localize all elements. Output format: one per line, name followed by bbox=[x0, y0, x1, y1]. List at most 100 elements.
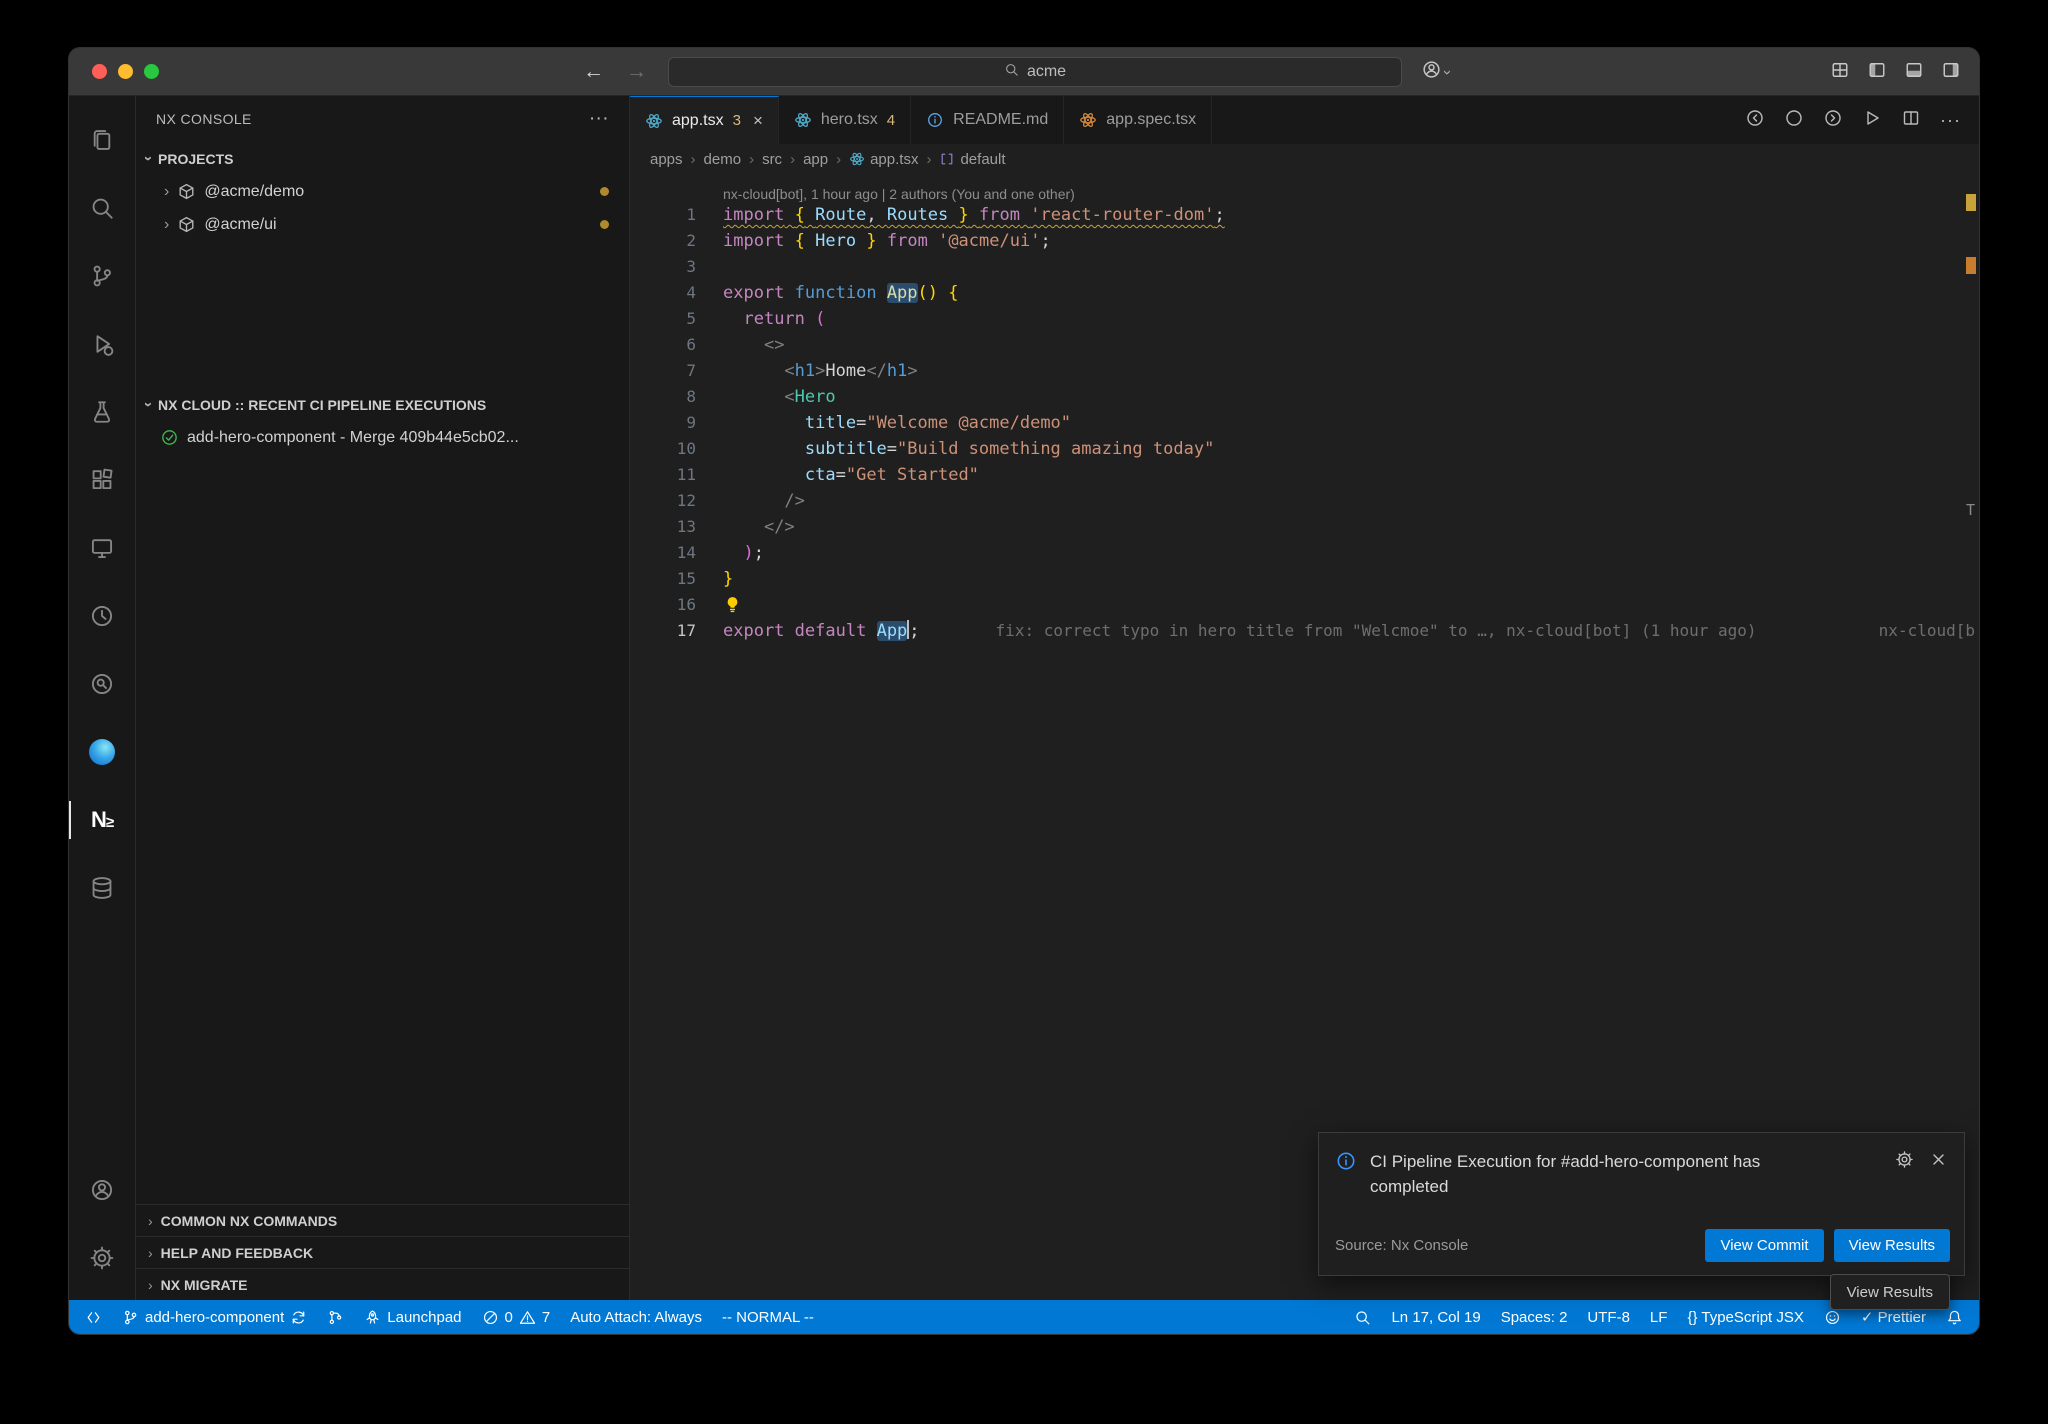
chevron-right-icon: › bbox=[691, 151, 696, 168]
close-window-button[interactable] bbox=[92, 64, 107, 79]
customize-layout-button[interactable] bbox=[1830, 60, 1850, 85]
line-number: 3 bbox=[630, 254, 723, 280]
activity-extensions[interactable] bbox=[69, 446, 135, 514]
codelens-annotation[interactable]: nx-cloud[bot], 1 hour ago | 2 authors (Y… bbox=[630, 174, 1979, 202]
close-icon[interactable]: × bbox=[753, 111, 763, 131]
breadcrumb-item-app[interactable]: app bbox=[803, 151, 828, 168]
more-actions-button[interactable]: ··· bbox=[1940, 110, 1961, 131]
status-problems[interactable]: 07 bbox=[482, 1309, 551, 1326]
sidebar-section-help-and-feedback[interactable]: ›HELP AND FEEDBACK bbox=[136, 1236, 629, 1268]
sidebar-section-common-nx-commands[interactable]: ›COMMON NX COMMANDS bbox=[136, 1204, 629, 1236]
code-line-1[interactable]: 1import { Route, Routes } from 'react-ro… bbox=[630, 202, 1979, 228]
minimize-window-button[interactable] bbox=[118, 64, 133, 79]
code-line-4[interactable]: 4export function App() { bbox=[630, 280, 1979, 306]
split-editor-button[interactable] bbox=[1901, 108, 1921, 133]
code-line-10[interactable]: 10 subtitle="Build something amazing tod… bbox=[630, 436, 1979, 462]
play-icon bbox=[1862, 108, 1882, 128]
activity-remote-explorer[interactable] bbox=[69, 514, 135, 582]
code-line-2[interactable]: 2import { Hero } from '@acme/ui'; bbox=[630, 228, 1979, 254]
toggle-annotations-button[interactable] bbox=[1784, 108, 1804, 133]
status-auto-attach[interactable]: Auto Attach: Always bbox=[570, 1309, 702, 1326]
activity-run-debug[interactable] bbox=[69, 310, 135, 378]
activity-containers[interactable] bbox=[69, 854, 135, 922]
status-feedback[interactable] bbox=[1824, 1309, 1841, 1326]
breadcrumb-item-app-tsx[interactable]: app.tsx bbox=[849, 151, 918, 168]
notification-close-icon[interactable] bbox=[1929, 1150, 1948, 1199]
breadcrumb-item-apps[interactable]: apps bbox=[650, 151, 683, 168]
code-line-11[interactable]: 11 cta="Get Started" bbox=[630, 462, 1979, 488]
code-line-14[interactable]: 14 ); bbox=[630, 540, 1979, 566]
activity-edge-tools[interactable] bbox=[69, 718, 135, 786]
code-line-3[interactable]: 3 bbox=[630, 254, 1979, 280]
status-cursor-position[interactable]: Ln 17, Col 19 bbox=[1391, 1309, 1480, 1326]
view-commit-button[interactable]: View Commit bbox=[1705, 1229, 1823, 1262]
breadcrumb-item-demo[interactable]: demo bbox=[704, 151, 742, 168]
breadcrumb-item-src[interactable]: src bbox=[762, 151, 782, 168]
nav-forward-button[interactable] bbox=[1823, 108, 1843, 133]
forward-arrow-icon[interactable]: → bbox=[626, 60, 647, 84]
code-line-9[interactable]: 9 title="Welcome @acme/demo" bbox=[630, 410, 1979, 436]
project-item-acme-demo[interactable]: ›@acme/demo bbox=[136, 175, 629, 208]
code-line-17[interactable]: 17export default App;fix: correct typo i… bbox=[630, 618, 1979, 644]
status-launchpad[interactable]: Launchpad bbox=[364, 1309, 461, 1326]
status-vim-mode[interactable]: -- NORMAL -- bbox=[722, 1309, 814, 1326]
info-icon bbox=[1335, 1150, 1357, 1172]
section-nx-cloud[interactable]: › NX CLOUD :: RECENT CI PIPELINE EXECUTI… bbox=[136, 388, 629, 421]
section-projects[interactable]: › PROJECTS bbox=[136, 142, 629, 175]
activity-accounts[interactable] bbox=[69, 1156, 135, 1224]
toggle-secondary-sidebar-button[interactable] bbox=[1941, 60, 1961, 85]
nav-back-button[interactable] bbox=[1745, 108, 1765, 133]
status-encoding[interactable]: UTF-8 bbox=[1587, 1309, 1630, 1326]
activity-timeline[interactable] bbox=[69, 582, 135, 650]
tab-app-tsx[interactable]: app.tsx3× bbox=[630, 96, 779, 144]
activity-nx-console[interactable]: N≥ bbox=[69, 786, 135, 854]
breadcrumb-item-default[interactable]: default bbox=[939, 151, 1005, 168]
tab-readme-md[interactable]: README.md bbox=[911, 96, 1064, 144]
status-prettier[interactable]: ✓ Prettier bbox=[1861, 1308, 1926, 1326]
activity-explorer[interactable] bbox=[69, 106, 135, 174]
accounts-menu-button[interactable]: › bbox=[1421, 48, 1450, 96]
back-arrow-icon[interactable]: ← bbox=[583, 60, 604, 84]
code-line-16[interactable]: 16 bbox=[630, 592, 1979, 618]
run-file-button[interactable] bbox=[1862, 108, 1882, 133]
activity-source-control[interactable] bbox=[69, 242, 135, 310]
status-notifications[interactable] bbox=[1946, 1309, 1963, 1326]
status-language[interactable]: {} TypeScript JSX bbox=[1687, 1309, 1803, 1326]
sidebar-section-nx-migrate[interactable]: ›NX MIGRATE bbox=[136, 1268, 629, 1300]
status-indentation[interactable]: Spaces: 2 bbox=[1501, 1309, 1568, 1326]
info-icon bbox=[1335, 1150, 1357, 1199]
view-results-button[interactable]: View Results bbox=[1834, 1229, 1950, 1262]
code-line-13[interactable]: 13 </> bbox=[630, 514, 1979, 540]
pipeline-item[interactable]: add-hero-component - Merge 409b44e5cb02.… bbox=[136, 421, 629, 454]
status-commit-graph[interactable] bbox=[327, 1309, 344, 1326]
code-line-15[interactable]: 15} bbox=[630, 566, 1979, 592]
status-branch[interactable]: add-hero-component bbox=[122, 1309, 307, 1326]
tab-app-spec-tsx[interactable]: app.spec.tsx bbox=[1064, 96, 1212, 144]
titlebar: ← → acme › bbox=[69, 48, 1979, 96]
tab-hero-tsx[interactable]: hero.tsx4 bbox=[779, 96, 911, 144]
notification-settings-icon[interactable] bbox=[1895, 1150, 1914, 1199]
activity-search[interactable] bbox=[69, 174, 135, 242]
code-line-6[interactable]: 6 <> bbox=[630, 332, 1979, 358]
code-line-7[interactable]: 7 <h1>Home</h1> bbox=[630, 358, 1979, 384]
code-line-5[interactable]: 5 return ( bbox=[630, 306, 1979, 332]
line-number: 6 bbox=[630, 332, 723, 358]
activity-testing[interactable] bbox=[69, 378, 135, 446]
toggle-panel-button[interactable] bbox=[1904, 60, 1924, 85]
notification-source: Source: Nx Console bbox=[1335, 1237, 1468, 1254]
maximize-window-button[interactable] bbox=[144, 64, 159, 79]
search-icon bbox=[1354, 1309, 1371, 1326]
toggle-sidebar-button[interactable] bbox=[1867, 60, 1887, 85]
activity-settings[interactable] bbox=[69, 1224, 135, 1292]
status-remote[interactable] bbox=[85, 1309, 102, 1326]
code-line-12[interactable]: 12 /> bbox=[630, 488, 1979, 514]
account-icon bbox=[89, 1177, 115, 1203]
project-item-acme-ui[interactable]: ›@acme/ui bbox=[136, 208, 629, 241]
command-center-search[interactable]: acme bbox=[668, 57, 1402, 87]
activity-code-search[interactable] bbox=[69, 650, 135, 718]
sidebar-more-icon[interactable]: ··· bbox=[589, 108, 609, 130]
status-eol[interactable]: LF bbox=[1650, 1309, 1668, 1326]
rocket-icon bbox=[364, 1309, 381, 1326]
code-line-8[interactable]: 8 <Hero bbox=[630, 384, 1979, 410]
status-zoom[interactable] bbox=[1354, 1309, 1371, 1326]
